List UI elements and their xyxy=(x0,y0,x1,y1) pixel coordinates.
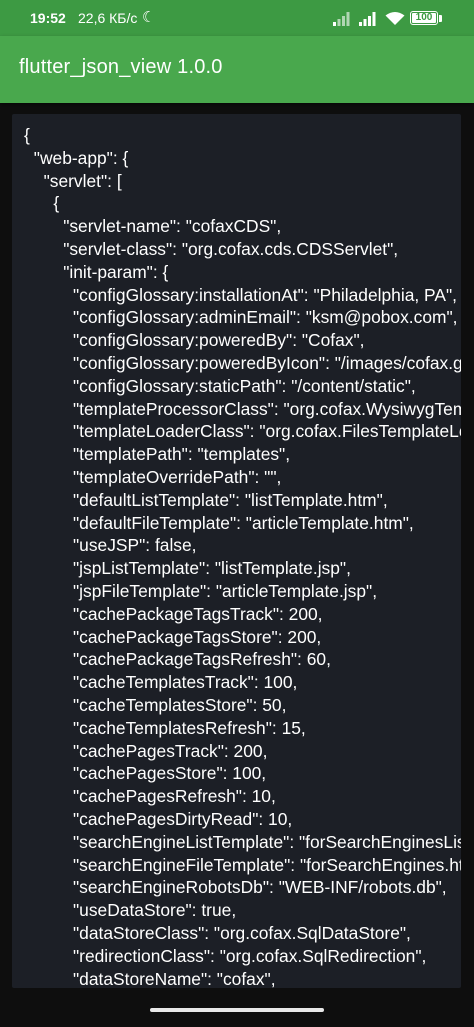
json-line: "cachePagesDirtyRead": 10, xyxy=(73,809,293,829)
json-line: "dataStoreName": "cofax", xyxy=(73,968,276,988)
json-line: "cacheTemplatesTrack": 100, xyxy=(73,672,298,693)
json-line: "cachePackageTagsStore": 200, xyxy=(73,626,322,647)
json-line: "useDataStore": true, xyxy=(73,900,237,921)
gesture-handle[interactable] xyxy=(150,1008,324,1012)
moon-icon: ☾ xyxy=(142,9,156,26)
json-line: { xyxy=(53,193,60,214)
json-line: "init-param": { xyxy=(63,261,169,282)
json-line: "jspListTemplate": "listTemplate.jsp", xyxy=(73,558,351,579)
json-line: "searchEngineListTemplate": "forSearchEn… xyxy=(73,831,461,852)
json-line: "cachePagesTrack": 200, xyxy=(73,740,268,761)
json-view[interactable]: {"web-app": {"servlet": [{"servlet-name"… xyxy=(12,114,461,988)
json-line: "useJSP": false, xyxy=(73,535,197,556)
json-line: "web-app": { xyxy=(33,147,129,168)
json-line: "searchEngineRobotsDb": "WEB-INF/robots.… xyxy=(73,877,447,898)
battery-tip xyxy=(439,15,442,22)
json-line: "searchEngineFileTemplate": "forSearchEn… xyxy=(73,854,461,875)
json-line: "cachePackageTagsRefresh": 60, xyxy=(73,649,331,670)
json-line: "cacheTemplatesRefresh": 15, xyxy=(73,717,306,738)
json-line: "servlet-name": "cofaxCDS", xyxy=(63,216,282,237)
json-line: "templateOverridePath": "", xyxy=(73,467,282,487)
app-bar: flutter_json_view 1.0.0 xyxy=(0,36,474,103)
json-line: { xyxy=(24,125,30,145)
status-time: 19:52 xyxy=(30,10,66,26)
json-line: "servlet-class": "org.cofax.cds.CDSServl… xyxy=(63,239,399,259)
json-line: "configGlossary:poweredByIcon": "/images… xyxy=(73,353,461,373)
app-title: flutter_json_view 1.0.0 xyxy=(19,56,223,78)
json-line: "redirectionClass": "org.cofax.SqlRedire… xyxy=(73,945,427,966)
json-line: "configGlossary:adminEmail": "ksm@pobox.… xyxy=(73,307,458,328)
json-line: "cachePagesRefresh": 10, xyxy=(73,786,276,807)
cell-signal-icon xyxy=(333,12,350,26)
json-line: "templatePath": "templates", xyxy=(73,444,291,465)
json-line: "cachePagesStore": 100, xyxy=(73,763,267,784)
json-line: "configGlossary:staticPath": "/content/s… xyxy=(73,375,416,396)
cell-signal-icon xyxy=(359,12,376,26)
json-line: "cachePackageTagsTrack": 200, xyxy=(73,603,323,624)
status-bar: 19:52 22,6 КБ/с ☾ 100 xyxy=(0,0,474,36)
json-line: "dataStoreClass": "org.cofax.SqlDataStor… xyxy=(73,923,411,943)
json-line: "defaultListTemplate": "listTemplate.htm… xyxy=(73,489,388,510)
network-speed: 22,6 КБ/с xyxy=(78,10,138,26)
battery-icon: 100 xyxy=(410,11,438,25)
json-line: "defaultFileTemplate": "articleTemplate.… xyxy=(73,512,414,533)
battery-level: 100 xyxy=(415,12,433,23)
navigation-bar xyxy=(0,988,474,1027)
json-line: "servlet": [ xyxy=(43,170,122,191)
json-line: "cacheTemplatesStore": 50, xyxy=(73,695,287,715)
wifi-icon xyxy=(385,12,405,25)
json-line: "jspFileTemplate": "articleTemplate.jsp"… xyxy=(73,581,378,601)
json-line: "templateProcessorClass": "org.cofax.Wys… xyxy=(73,398,461,419)
json-line: "templateLoaderClass": "org.cofax.FilesT… xyxy=(73,421,461,442)
json-line: "configGlossary:installationAt": "Philad… xyxy=(73,284,457,305)
json-line: "configGlossary:poweredBy": "Cofax", xyxy=(73,330,365,351)
